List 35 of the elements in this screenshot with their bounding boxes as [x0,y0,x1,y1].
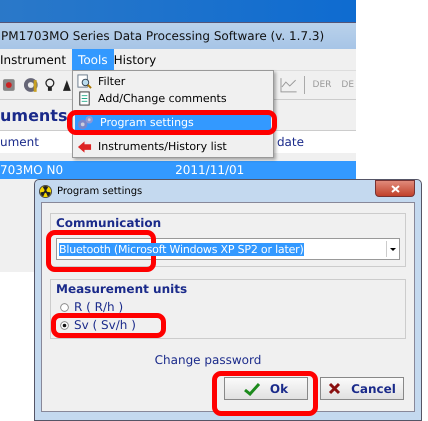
menu-item[interactable]: History [114,49,162,70]
close-button[interactable] [375,180,415,197]
menu-item[interactable]: Add/Change comments [75,90,271,107]
window-title: PM1703MO Series Data Processing Software (v. 1.7.3) [0,29,324,43]
column-header: ument [0,135,39,149]
unit-option[interactable]: R ( R/h ) [60,300,124,314]
gear-icon[interactable] [22,76,40,94]
device-icon[interactable] [2,77,16,93]
close-icon [390,184,400,192]
menu-item[interactable]: Filter [75,73,271,90]
ok-button[interactable]: Ok [224,377,308,400]
dropdown-value: Bluetooth (Microsoft Windows XP SP2 or later) [59,242,304,256]
radiation-icon [39,184,52,198]
section-heading: uments [0,106,68,124]
column-header: date [276,135,304,149]
unit-option[interactable]: Sv ( Sv/h ) [60,318,136,332]
magnifier-icon [77,74,92,89]
caret-icon [386,241,399,257]
cross-icon [328,382,342,395]
gears-icon [77,115,94,130]
table-cell: 2011/11/01 [175,163,244,177]
menu-item[interactable]: Instruments/History list [75,138,271,155]
radio-button[interactable] [60,320,69,330]
bulb-icon[interactable] [45,77,56,93]
menu-item[interactable]: Instrument [0,49,72,70]
checkmark-icon [244,382,260,396]
change-password-link[interactable]: Change password [154,353,262,367]
arrow-icon [77,140,92,152]
cancel-button[interactable]: Cancel [320,377,404,400]
group-label: Measurement units [56,282,188,296]
dialog-title: Program settings [57,186,142,196]
radio-button[interactable] [60,302,69,312]
table-cell: 703MO N0 [0,163,64,177]
group-label: Communication [56,216,162,230]
notepad-icon [77,91,92,106]
